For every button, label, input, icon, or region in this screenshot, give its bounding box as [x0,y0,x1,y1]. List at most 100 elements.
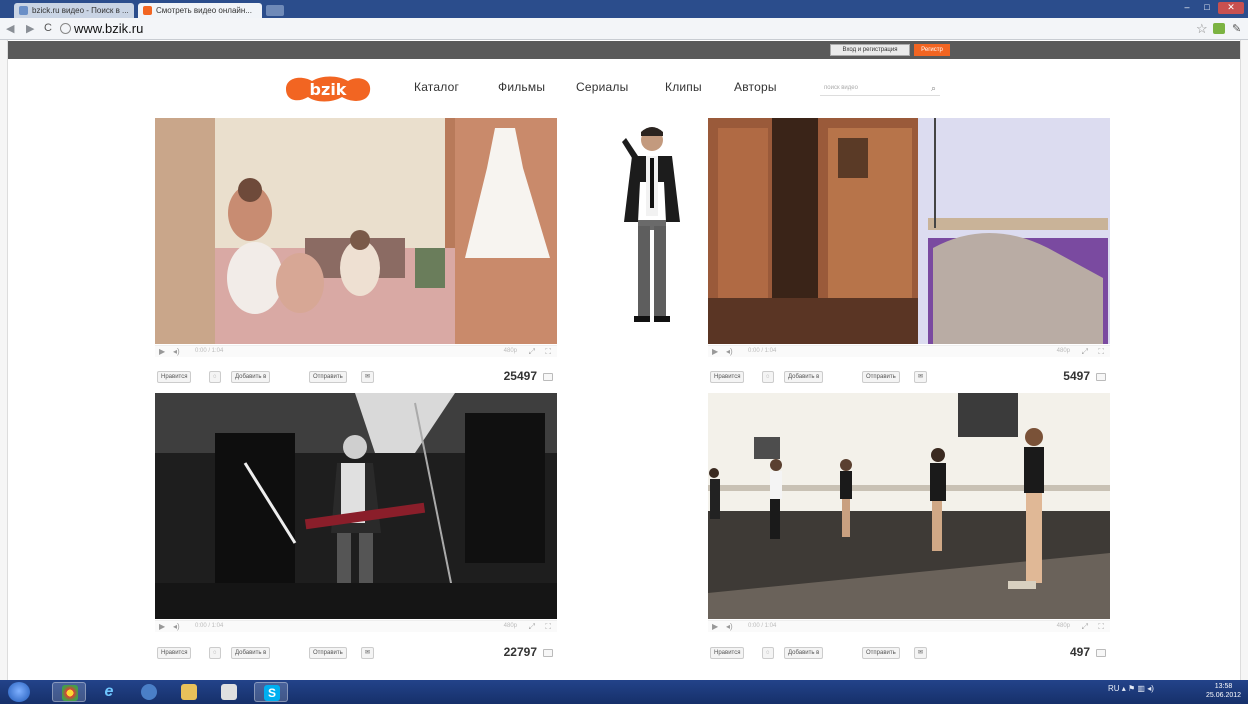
video-thumbnail-4[interactable] [708,393,1110,619]
reload-icon[interactable]: C [44,22,52,34]
like-button[interactable]: Нравится [157,647,192,659]
taskbar-clock[interactable]: 13:58 25.06.2012 [1206,682,1241,700]
video-actions-3: Нравится ◌ Добавить в Отправить ✉ 22797 [155,645,557,661]
search-input[interactable]: поиск видео ⌕ [820,80,940,96]
nav-films[interactable]: Фильмы [498,80,545,94]
quality-selector[interactable]: 480p [1057,623,1070,629]
play-icon[interactable]: ▶ [159,347,165,356]
taskbar-chrome[interactable] [52,682,86,702]
tab-favicon-icon [19,6,28,15]
windows-taskbar: e S RU ▴ ⚑ ▥ ◂) 13:58 25.06.2012 [0,680,1248,704]
fullscreen-icon[interactable]: ⛶ [545,622,551,632]
browser-tabstrip: bzick.ru видео - Поиск в ... Смотреть ви… [0,0,1248,18]
popout-icon[interactable]: ⤢ [529,622,535,632]
popout-icon[interactable]: ⤢ [1082,622,1088,632]
volume-icon[interactable]: ◂) [173,347,180,356]
video-thumbnail-2[interactable] [708,118,1110,344]
add-to-button[interactable]: Добавить в [231,371,271,383]
extension-icon[interactable] [1213,23,1225,34]
taskbar-player[interactable] [212,682,246,702]
quality-selector[interactable]: 480p [1057,348,1070,354]
share-icon[interactable]: ✉ [914,371,928,383]
video-actions-4: Нравится ◌ Добавить в Отправить ✉ 497 [708,645,1110,661]
comment-icon[interactable]: ◌ [209,371,221,383]
quality-selector[interactable]: 480p [504,348,517,354]
wrench-menu-icon[interactable]: ✎ [1232,22,1241,35]
player-time: 0:00 / 1:04 [748,623,777,629]
address-bar[interactable]: www.bzik.ru [74,21,143,36]
taskbar-explorer[interactable] [172,682,206,702]
like-button[interactable]: Нравится [157,371,192,383]
language-indicator[interactable]: RU [1108,684,1120,693]
taskbar-skype[interactable]: S [254,682,288,702]
video-thumbnail-1[interactable] [155,118,557,344]
taskbar-media[interactable] [132,682,166,702]
popout-icon[interactable]: ⤢ [1082,347,1088,357]
site-logo[interactable]: bzik [282,71,374,107]
system-tray[interactable]: RU ▴ ⚑ ▥ ◂) [1108,684,1154,693]
video-thumbnail-3[interactable] [155,393,557,619]
clock-date: 25.06.2012 [1206,692,1242,699]
volume-icon[interactable]: ◂) [726,347,733,356]
new-tab-button[interactable] [266,5,284,16]
register-button[interactable]: Регистр [914,44,950,56]
quality-selector[interactable]: 480p [504,623,517,629]
like-button[interactable]: Нравится [710,371,745,383]
play-icon[interactable]: ▶ [712,347,718,356]
popout-icon[interactable]: ⤢ [529,347,535,357]
comment-icon[interactable]: ◌ [762,647,774,659]
comment-icon[interactable]: ◌ [209,647,221,659]
player-time: 0:00 / 1:04 [748,348,777,354]
nav-series[interactable]: Сериалы [576,80,628,94]
volume-icon[interactable]: ◂) [726,622,733,631]
send-button[interactable]: Отправить [862,647,900,659]
send-button[interactable]: Отправить [309,371,347,383]
views-icon [1096,373,1106,381]
nav-clips[interactable]: Клипы [665,80,702,94]
close-window-button[interactable]: ✕ [1218,2,1244,14]
nav-catalog[interactable]: Каталог [414,80,459,94]
start-button[interactable] [8,682,30,702]
fullscreen-icon[interactable]: ⛶ [1098,622,1104,632]
site-topbar: Вход и регистрация Регистр [8,41,1240,59]
video-actions-2: Нравится ◌ Добавить в Отправить ✉ 5497 [708,369,1110,385]
player-time: 0:00 / 1:04 [195,348,224,354]
share-icon[interactable]: ✉ [361,371,375,383]
tray-icons[interactable]: ▴ ⚑ ▥ ◂) [1122,684,1154,693]
player-controls-2: ▶ ◂) 0:00 / 1:04 480p ⤢ ⛶ [708,345,1110,357]
maximize-button[interactable]: □ [1198,2,1216,14]
folder-icon [181,684,197,700]
share-icon[interactable]: ✉ [914,647,928,659]
search-icon[interactable]: ⌕ [931,80,936,96]
media-player-icon [141,684,157,700]
like-button[interactable]: Нравится [710,647,745,659]
minimize-button[interactable]: – [1178,2,1196,14]
add-to-button[interactable]: Добавить в [231,647,271,659]
volume-icon[interactable]: ◂) [173,622,180,631]
bookmark-star-icon[interactable]: ☆ [1196,21,1208,37]
view-count: 5497 [1063,369,1090,383]
nav-authors[interactable]: Авторы [734,80,777,94]
taskbar-ie[interactable]: e [92,682,126,702]
play-icon[interactable]: ▶ [159,622,165,631]
browser-tab-1[interactable]: bzick.ru видео - Поиск в ... [14,3,134,18]
player-controls-1: ▶ ◂) 0:00 / 1:04 480p ⤢ ⛶ [155,345,557,357]
login-button[interactable]: Вход и регистрация [830,44,910,56]
browser-tab-2[interactable]: Смотреть видео онлайн... [138,3,262,18]
tab-title: bzick.ru видео - Поиск в ... [32,6,129,15]
send-button[interactable]: Отправить [862,371,900,383]
tab-title: Смотреть видео онлайн... [156,6,252,15]
add-to-button[interactable]: Добавить в [784,371,824,383]
play-icon[interactable]: ▶ [712,622,718,631]
add-to-button[interactable]: Добавить в [784,647,824,659]
views-icon [543,373,553,381]
view-count: 22797 [503,645,537,659]
comment-icon[interactable]: ◌ [762,371,774,383]
fullscreen-icon[interactable]: ⛶ [545,347,551,357]
send-button[interactable]: Отправить [309,647,347,659]
person-figure-image [610,122,694,334]
forward-arrow-icon[interactable]: ▶ [26,22,34,35]
share-icon[interactable]: ✉ [361,647,375,659]
back-arrow-icon[interactable]: ◀ [6,22,14,35]
fullscreen-icon[interactable]: ⛶ [1098,347,1104,357]
